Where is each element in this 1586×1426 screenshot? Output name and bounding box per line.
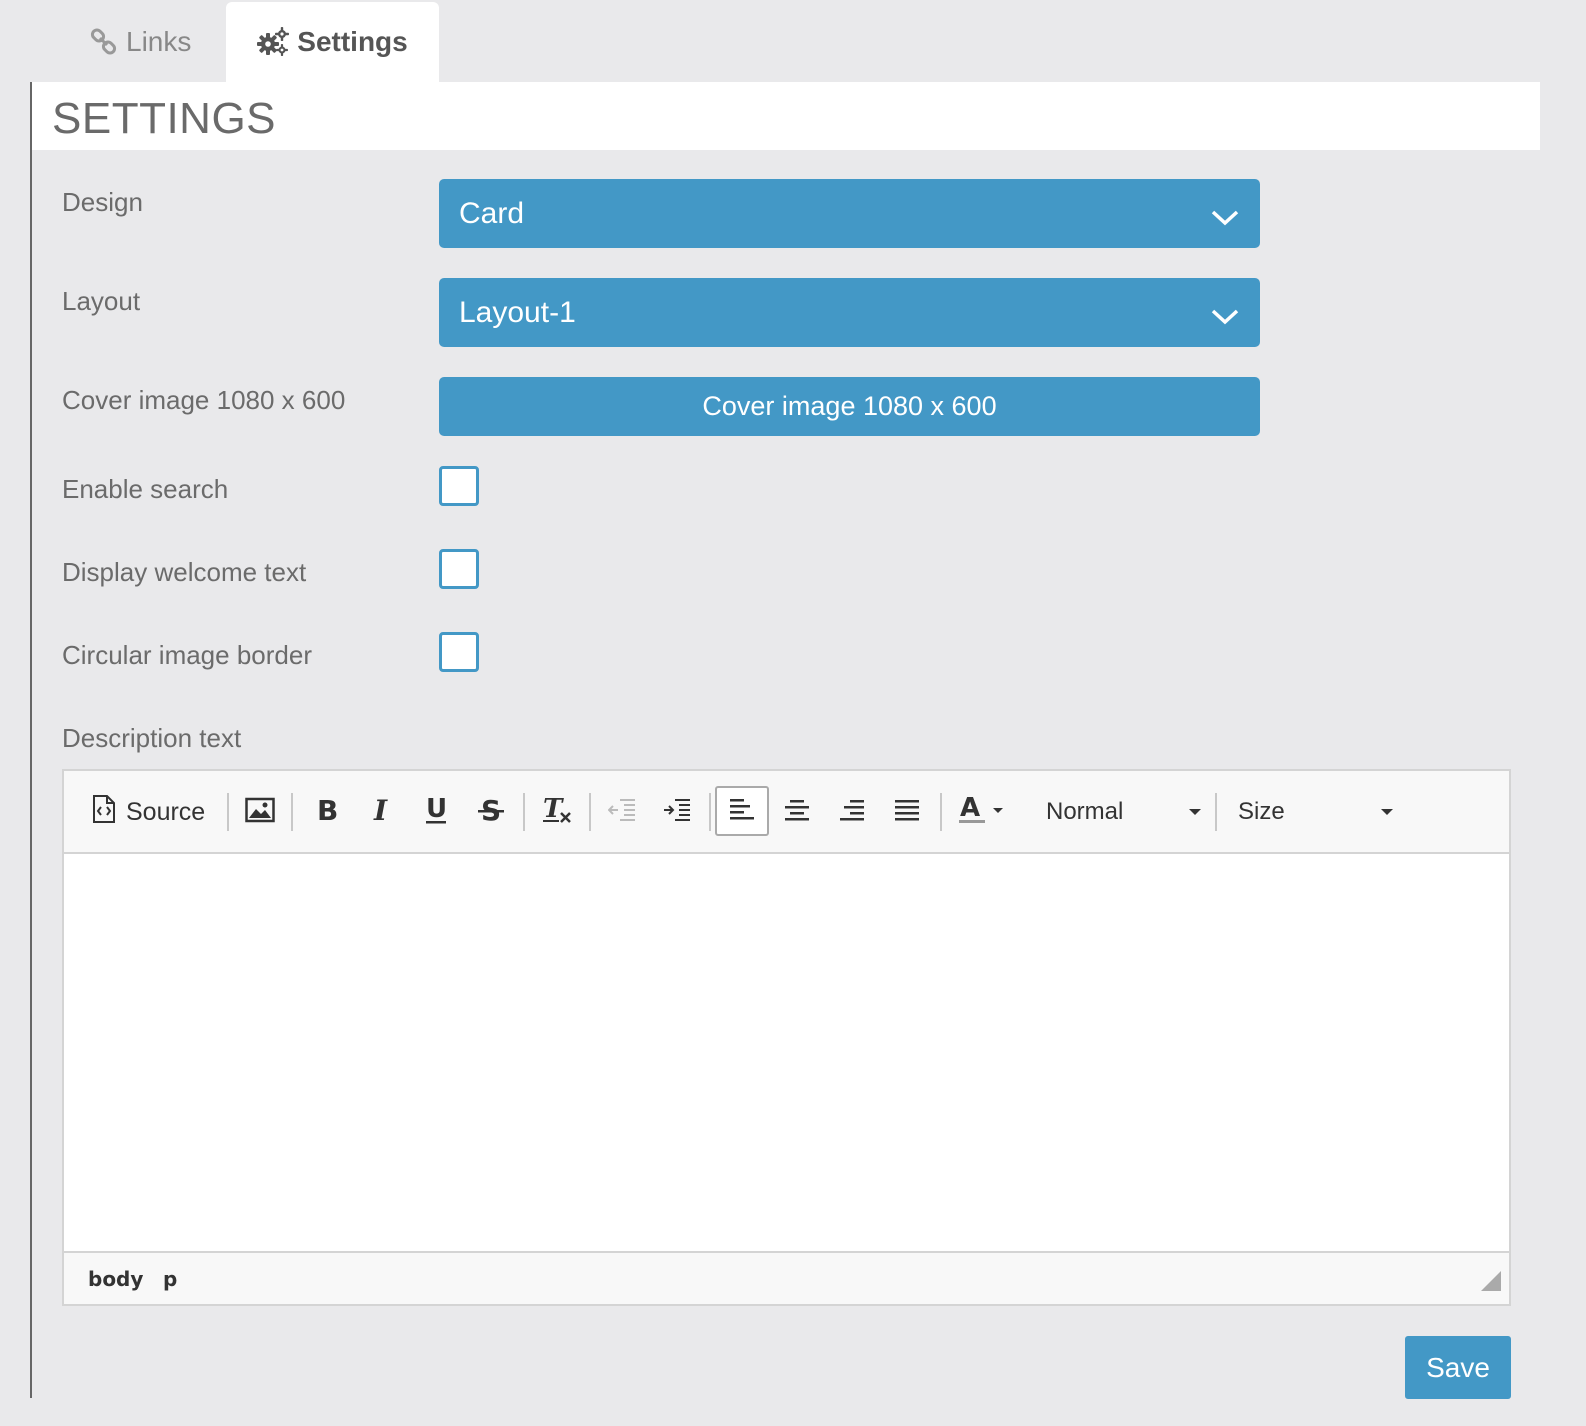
path-item-p[interactable]: p (163, 1267, 177, 1291)
page-header: SETTINGS (32, 82, 1540, 150)
design-select-value: Card (459, 196, 525, 230)
toolbar-separator (709, 793, 711, 831)
align-right-button[interactable] (832, 788, 872, 836)
remove-format-icon: T (541, 794, 573, 830)
svg-text:B: B (317, 796, 337, 824)
caret-down-icon (1189, 809, 1201, 815)
underline-button[interactable]: U (416, 788, 456, 836)
link-icon (90, 28, 118, 56)
layout-select-value: Layout-1 (459, 295, 576, 329)
size-dropdown[interactable]: Size (1238, 788, 1393, 836)
align-center-icon (784, 798, 810, 827)
bold-icon: B (315, 794, 338, 829)
outdent-icon (607, 797, 636, 828)
align-right-icon (839, 798, 865, 827)
cover-image-label: Cover image 1080 x 600 (62, 385, 346, 415)
indent-button[interactable] (657, 788, 697, 836)
justify-icon (894, 798, 920, 827)
tab-settings[interactable]: Settings (226, 2, 439, 82)
indent-icon (663, 797, 691, 828)
format-dropdown[interactable]: Normal (1046, 788, 1201, 836)
tab-bar: Links Settings (0, 0, 1586, 82)
display-welcome-label: Display welcome text (62, 557, 307, 587)
rich-text-editor: Source B I U S T A Normal Size body p (62, 769, 1511, 1306)
italic-icon: I (370, 794, 392, 829)
editor-path-bar: body p (64, 1251, 1509, 1304)
description-label: Description text (62, 723, 242, 753)
tab-links-label: Links (126, 26, 192, 57)
align-left-button[interactable] (715, 786, 769, 836)
underline-icon: U (424, 794, 448, 830)
toolbar-separator (291, 793, 293, 831)
enable-search-checkbox[interactable] (439, 466, 479, 506)
save-button[interactable]: Save (1405, 1336, 1511, 1399)
bold-button[interactable]: B (306, 788, 346, 836)
strikethrough-icon: S (478, 794, 504, 829)
chevron-down-icon (1210, 300, 1240, 334)
tab-settings-label: Settings (297, 26, 408, 57)
svg-text:T: T (543, 795, 564, 824)
layout-select[interactable]: Layout-1 (439, 278, 1260, 347)
toolbar-separator (523, 793, 525, 831)
source-icon (92, 794, 116, 830)
cover-image-button[interactable]: Cover image 1080 x 600 (439, 377, 1260, 436)
caret-down-icon (1381, 809, 1393, 815)
toolbar-separator (589, 793, 591, 831)
toolbar-separator (227, 793, 229, 831)
enable-search-label: Enable search (62, 474, 229, 504)
remove-format-button[interactable]: T (536, 788, 578, 836)
svg-text:I: I (373, 796, 388, 824)
align-center-button[interactable] (777, 788, 817, 836)
chevron-down-icon (1210, 201, 1240, 235)
gears-icon (257, 27, 290, 57)
tab-links[interactable]: Links (90, 2, 210, 82)
image-icon (245, 797, 275, 828)
path-item-body[interactable]: body (88, 1267, 143, 1291)
circular-border-checkbox[interactable] (439, 632, 479, 672)
source-button-label: Source (126, 797, 206, 826)
svg-text:A: A (960, 794, 980, 823)
page-title: SETTINGS (52, 94, 277, 143)
display-welcome-checkbox[interactable] (439, 549, 479, 589)
toolbar-separator (1215, 793, 1217, 831)
text-color-icon: A (957, 793, 1007, 831)
justify-button[interactable] (887, 788, 927, 836)
strikethrough-button[interactable]: S (471, 788, 511, 836)
panel-left-border (30, 82, 32, 1398)
align-left-icon (729, 797, 755, 826)
resize-handle-icon[interactable] (1481, 1271, 1501, 1296)
toolbar-separator (940, 793, 942, 831)
image-button[interactable] (240, 788, 280, 836)
design-select[interactable]: Card (439, 179, 1260, 248)
svg-text:U: U (426, 795, 447, 824)
circular-border-label: Circular image border (62, 640, 312, 670)
format-dropdown-value: Normal (1046, 798, 1124, 825)
editor-toolbar: Source B I U S T A Normal Size (64, 771, 1509, 854)
text-color-button[interactable]: A (954, 788, 1010, 836)
italic-button[interactable]: I (361, 788, 401, 836)
outdent-button[interactable] (602, 788, 642, 836)
editor-content-area[interactable] (64, 854, 1509, 1251)
size-dropdown-value: Size (1238, 798, 1285, 825)
design-label: Design (62, 187, 143, 217)
layout-label: Layout (62, 286, 141, 316)
